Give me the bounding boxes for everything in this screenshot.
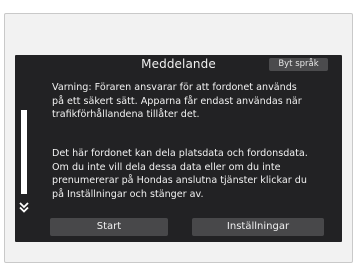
scrollbar[interactable] bbox=[21, 110, 27, 194]
double-chevron-down-icon bbox=[19, 202, 29, 213]
message-dialog: Meddelande Byt språk Varning: Föraren an… bbox=[15, 55, 342, 242]
dialog-header: Meddelande Byt språk bbox=[15, 55, 342, 73]
settings-button[interactable]: Inställningar bbox=[192, 218, 324, 236]
display-frame: Meddelande Byt språk Varning: Föraren an… bbox=[4, 13, 353, 263]
warning-text: Varning: Föraren ansvarar för att fordon… bbox=[52, 82, 302, 121]
scroll-down-icon[interactable] bbox=[19, 202, 29, 213]
change-language-button[interactable]: Byt språk bbox=[269, 58, 328, 71]
start-button[interactable]: Start bbox=[50, 218, 168, 236]
data-sharing-text: Det här fordonet kan dela platsdata och … bbox=[52, 148, 308, 200]
